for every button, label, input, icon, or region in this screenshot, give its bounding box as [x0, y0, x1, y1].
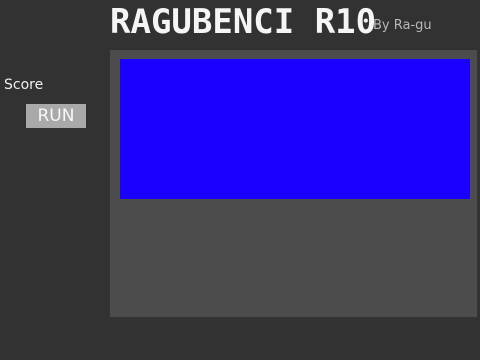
game-screen: RAGUBENCI R10 By Ra-gu Score RUN — [0, 0, 480, 360]
blue-playfield[interactable] — [120, 59, 470, 199]
author-byline: By Ra-gu — [373, 18, 432, 33]
game-stage[interactable] — [110, 50, 477, 317]
run-button[interactable]: RUN — [26, 104, 86, 128]
score-label: Score — [4, 77, 44, 93]
game-title: RAGUBENCI R10 — [110, 2, 377, 42]
